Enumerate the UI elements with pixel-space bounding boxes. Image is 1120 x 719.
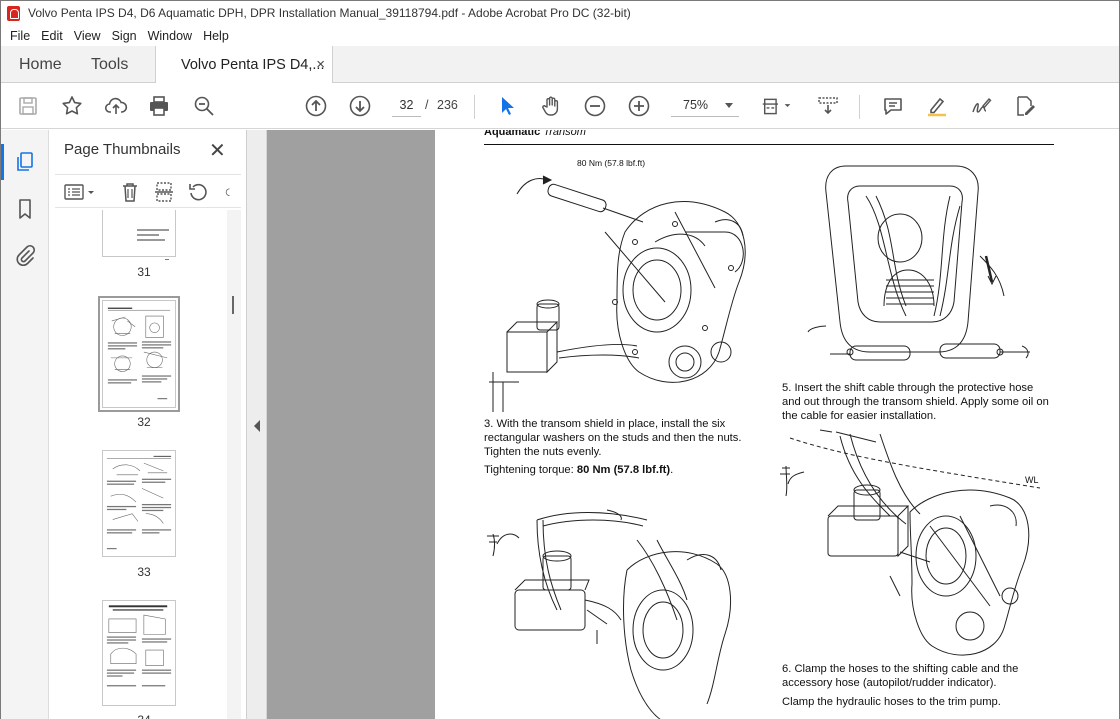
heading-bold: Aquamatic <box>484 130 541 138</box>
thumbnail-scrollbar[interactable] <box>227 210 241 719</box>
attachment-icon[interactable] <box>13 243 37 267</box>
panel-title: Page Thumbnails <box>64 141 181 158</box>
menu-edit[interactable]: Edit <box>36 29 68 43</box>
menu-window[interactable]: Window <box>143 29 197 43</box>
options-menu-icon[interactable] <box>63 181 97 203</box>
toolbar-divider <box>474 95 475 119</box>
tab-home[interactable]: Home <box>19 46 62 83</box>
scroll-mode-icon[interactable] <box>815 93 841 119</box>
edit-pdf-icon[interactable] <box>1012 93 1038 119</box>
step-6b-text: Clamp the hydraulic hoses to the trim pu… <box>782 696 1001 708</box>
star-icon[interactable] <box>59 93 85 119</box>
zoom-in-icon[interactable] <box>626 93 652 119</box>
menu-help[interactable]: Help <box>198 29 234 43</box>
tab-document-label: Volvo Penta IPS D4,... <box>181 57 325 73</box>
tab-bar: Home Tools Volvo Penta IPS D4,... × <box>1 46 1119 84</box>
page-fit-icon[interactable] <box>758 93 798 119</box>
thumbnail-label: 33 <box>137 565 151 579</box>
page-heading: Aquamatic Transom <box>484 130 586 138</box>
acrobat-icon <box>7 5 20 21</box>
thumbnail-label: 31 <box>137 265 151 279</box>
thumbnail-page-31[interactable] <box>102 210 176 260</box>
chevron-down-icon <box>725 103 733 108</box>
torque-value: 80 Nm (57.8 lbf.ft) <box>576 464 671 476</box>
window-title: Volvo Penta IPS D4, D6 Aquamatic DPH, DP… <box>28 6 631 20</box>
toolbar-divider <box>859 95 860 119</box>
hose-clamping-illustration <box>780 429 1041 656</box>
zoom-level-value: 75% <box>683 97 709 112</box>
close-tab-icon[interactable]: × <box>316 56 325 73</box>
torque-suffix: . <box>670 464 674 476</box>
tightening-torque-line: Tightening torque: 80 Nm (57.8 lbf.ft). <box>484 464 754 478</box>
thumbnail-list: 31 32 33 <box>55 210 233 719</box>
heading-italic: Transom <box>543 130 586 138</box>
scrollbar-thumb[interactable] <box>232 296 234 314</box>
document-view[interactable]: Aquamatic Transom 80 Nm (57.8 lbf.ft) 3.… <box>267 130 1119 719</box>
sign-icon[interactable] <box>968 93 994 119</box>
page-thumbnails-panel: Page Thumbnails ✕ 31 32 33 <box>49 130 247 719</box>
thumbnail-page-34[interactable] <box>102 600 176 706</box>
menu-file[interactable]: File <box>5 29 35 43</box>
next-page-icon[interactable] <box>347 93 373 119</box>
rotate-right-icon[interactable] <box>219 181 235 203</box>
tab-tools[interactable]: Tools <box>91 46 128 83</box>
page-separator: / <box>425 98 429 112</box>
trim-pump-illustration <box>487 509 731 719</box>
delete-page-icon[interactable] <box>119 181 141 203</box>
step-6-text: 6. Clamp the hoses to the shifting cable… <box>782 663 1019 689</box>
title-bar: Volvo Penta IPS D4, D6 Aquamatic DPH, DP… <box>1 1 1119 25</box>
tab-document[interactable]: Volvo Penta IPS D4,... × <box>155 46 333 84</box>
extract-pages-icon[interactable] <box>153 181 175 203</box>
collapse-panel-icon[interactable] <box>254 420 260 432</box>
torque-callout: 80 Nm (57.8 lbf.ft) <box>577 158 646 168</box>
thumbnail-page-33[interactable] <box>102 450 176 557</box>
menu-sign[interactable]: Sign <box>107 29 142 43</box>
rotate-left-icon[interactable] <box>187 181 209 203</box>
total-pages: 236 <box>437 98 458 112</box>
thumbnail-page-32[interactable] <box>98 296 180 412</box>
menu-view[interactable]: View <box>69 29 106 43</box>
torque-prefix: Tightening torque: <box>484 464 577 476</box>
thumbnail-label: 34 <box>55 713 233 719</box>
thumbnail-toolbar <box>55 174 241 208</box>
close-panel-icon[interactable]: ✕ <box>209 138 226 163</box>
menu-bar: File Edit View Sign Window Help <box>1 25 1119 46</box>
page-thumbnails-icon[interactable] <box>1 144 37 180</box>
comment-icon[interactable] <box>880 93 906 119</box>
navigation-rail <box>1 130 49 719</box>
save-icon[interactable] <box>15 93 41 119</box>
select-cursor-icon[interactable] <box>494 93 520 119</box>
upload-icon[interactable] <box>103 93 129 119</box>
thumbnail-label: 32 <box>137 415 151 429</box>
pdf-page: Aquamatic Transom 80 Nm (57.8 lbf.ft) 3.… <box>435 130 1119 719</box>
waterline-label: WL <box>1025 475 1039 485</box>
main-toolbar: 32 / 236 75% <box>1 83 1119 129</box>
previous-page-icon[interactable] <box>303 93 329 119</box>
zoom-level-select[interactable]: 75% <box>671 93 739 117</box>
hand-tool-icon[interactable] <box>538 93 564 119</box>
print-icon[interactable] <box>146 93 172 119</box>
zoom-out-icon[interactable] <box>582 93 608 119</box>
zoom-search-icon[interactable] <box>191 93 217 119</box>
highlight-pen-icon[interactable] <box>924 93 950 119</box>
shift-cable-illustration <box>807 165 1030 361</box>
step-3-text: 3. With the transom shield in place, ins… <box>484 418 742 458</box>
transom-shield-torque-illustration <box>489 175 746 412</box>
bookmark-icon[interactable] <box>13 197 37 221</box>
page-number-input[interactable]: 32 <box>392 93 421 117</box>
step-5-text: 5. Insert the shift cable through the pr… <box>782 382 1049 422</box>
panel-splitter[interactable] <box>247 130 267 719</box>
heading-rule <box>484 144 1054 145</box>
